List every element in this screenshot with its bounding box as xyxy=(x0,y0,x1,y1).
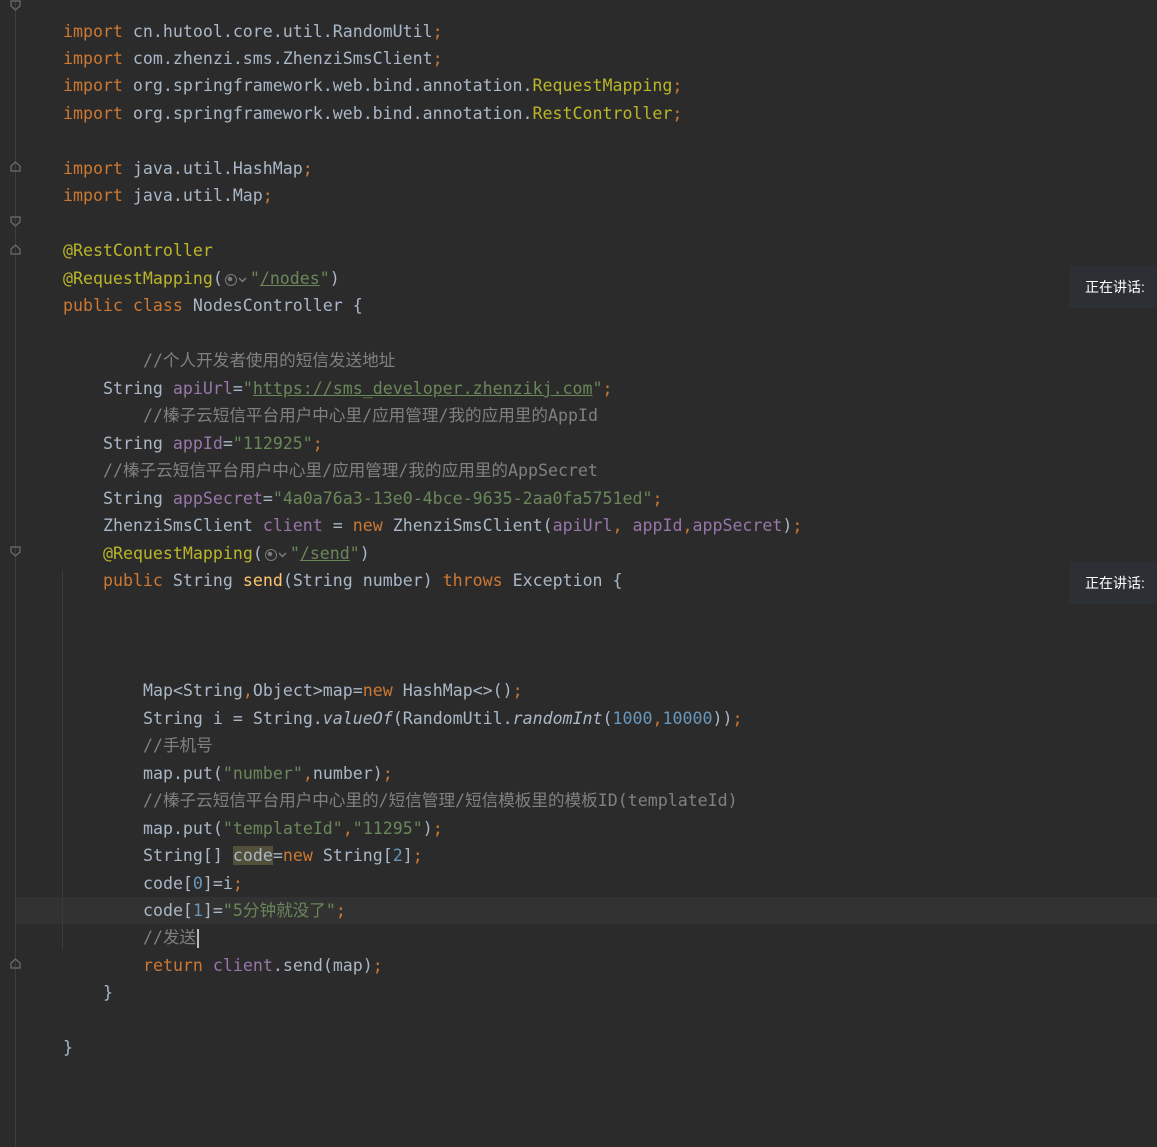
fold-end-icon[interactable] xyxy=(10,244,21,255)
speaking-indicator: 正在讲话: xyxy=(1069,266,1157,308)
statement: ]= xyxy=(202,901,223,920)
statement: .send(map) xyxy=(272,956,373,975)
keyword: new xyxy=(282,846,313,865)
annotation-class: RestController xyxy=(532,104,673,123)
paren: ) xyxy=(782,516,793,535)
code-line[interactable]: String appSecret="4a0a76a3-13e0-4bce-963… xyxy=(63,458,663,508)
code-line[interactable]: String i = String.valueOf(RandomUtil.ran… xyxy=(103,678,742,728)
gutter-divider xyxy=(15,0,16,1147)
paren: ( xyxy=(602,709,613,728)
number-literal: 10000 xyxy=(662,709,713,728)
code-line[interactable]: ZhenziSmsClient client = new ZhenziSmsCl… xyxy=(63,485,802,535)
code-line[interactable]: @RestController xyxy=(23,210,213,260)
static-method: valueOf xyxy=(322,709,393,728)
keyword: public xyxy=(102,571,163,590)
code-line[interactable]: import cn.hutool.core.util.RandomUtil; xyxy=(23,0,443,41)
code-line[interactable]: public class NodesController { xyxy=(23,265,363,315)
comma: , xyxy=(652,709,663,728)
bracket: ] xyxy=(402,846,413,865)
paren: )) xyxy=(712,709,733,728)
code-line[interactable]: //手机号 xyxy=(103,705,213,755)
parameters: (String number) xyxy=(282,571,443,590)
code-line[interactable]: @RequestMapping("/send") xyxy=(63,513,370,563)
argument: appSecret xyxy=(692,516,783,535)
argument: appId xyxy=(632,516,683,535)
field-name: client xyxy=(212,956,273,975)
code-line[interactable]: import java.util.HashMap; xyxy=(23,128,313,178)
exception-type: Exception { xyxy=(502,571,623,590)
constructor: ZhenziSmsClient( xyxy=(382,516,553,535)
argument: apiUrl xyxy=(552,516,613,535)
code-line[interactable]: String apiUrl="https://sms_developer.zhe… xyxy=(63,348,613,398)
semicolon: ; xyxy=(792,516,803,535)
code-line[interactable]: String appId="112925"; xyxy=(63,403,323,453)
code-line[interactable]: //榛子云短信平台用户中心里/应用管理/我的应用里的AppId xyxy=(103,375,598,425)
semicolon: ; xyxy=(372,956,383,975)
code-line[interactable]: String[] code=new String[2]; xyxy=(103,815,423,865)
paren: ) xyxy=(422,819,433,838)
code-line[interactable]: code[1]="5分钟就没了"; xyxy=(103,870,346,920)
semicolon: ; xyxy=(602,379,613,398)
import-path: java.util.Map xyxy=(122,186,263,205)
number-literal: 2 xyxy=(392,846,403,865)
statement: (RandomUtil. xyxy=(392,709,513,728)
comma: , xyxy=(682,516,693,535)
code-line[interactable]: @RequestMapping("/nodes") xyxy=(23,238,340,288)
semicolon: ; xyxy=(412,846,423,865)
code-line[interactable]: //榛子云短信平台用户中心里的/短信管理/短信模板里的模板ID(template… xyxy=(103,760,738,810)
keyword: public class xyxy=(62,296,183,315)
operator: = xyxy=(272,846,283,865)
fold-end-icon[interactable] xyxy=(10,161,21,172)
code-line[interactable]: code[0]=i; xyxy=(103,843,243,893)
keyword: import xyxy=(62,104,123,123)
code-line[interactable]: //榛子云短信平台用户中心里/应用管理/我的应用里的AppSecret xyxy=(63,430,598,480)
semicolon: ; xyxy=(302,159,313,178)
statement: String[ xyxy=(312,846,393,865)
code-line[interactable]: Map<String,Object>map=new HashMap<>(); xyxy=(103,650,523,700)
closing-brace: } xyxy=(62,1038,73,1057)
code-line[interactable]: import com.zhenzi.sms.ZhenziSmsClient; xyxy=(23,18,443,68)
code-line[interactable]: return client.send(map); xyxy=(103,925,383,975)
code-line[interactable]: //个人开发者使用的短信发送地址 xyxy=(103,320,395,370)
keyword: import xyxy=(62,186,123,205)
code-line[interactable]: map.put("number",number); xyxy=(103,733,393,783)
class-name: NodesController { xyxy=(182,296,363,315)
semicolon: ; xyxy=(262,186,273,205)
semicolon: ; xyxy=(335,901,346,920)
code-line[interactable]: import org.springframework.web.bind.anno… xyxy=(23,45,682,95)
semicolon: ; xyxy=(672,104,683,123)
number-literal: 1000 xyxy=(612,709,653,728)
string-literal: "5分钟就没了" xyxy=(222,901,336,920)
code-editor[interactable]: import cn.hutool.core.util.RandomUtil; i… xyxy=(0,0,1157,1147)
keyword: return xyxy=(142,956,203,975)
code-line[interactable]: public String send(String number) throws… xyxy=(63,540,623,590)
fold-start-icon[interactable] xyxy=(10,546,21,557)
fold-start-icon[interactable] xyxy=(10,216,21,227)
keyword: throws xyxy=(442,571,503,590)
semicolon: ; xyxy=(432,819,443,838)
code-line[interactable]: map.put("templateId","11295"); xyxy=(103,788,443,838)
closing-brace: } xyxy=(102,983,113,1002)
code-line[interactable]: import org.springframework.web.bind.anno… xyxy=(23,73,682,123)
code-line[interactable]: } xyxy=(63,952,113,1002)
indent-guide xyxy=(62,570,63,950)
speaking-indicator: 正在讲话: xyxy=(1069,562,1157,604)
fold-end-icon[interactable] xyxy=(10,958,21,969)
type-name: String xyxy=(162,571,243,590)
code-line[interactable]: //发送 xyxy=(103,897,200,948)
code-line[interactable]: } xyxy=(23,1007,73,1057)
semicolon: ; xyxy=(732,709,743,728)
comma: , xyxy=(612,516,633,535)
code-line[interactable]: import java.util.Map; xyxy=(23,155,273,205)
fold-start-icon[interactable] xyxy=(10,0,21,11)
static-method: randomInt xyxy=(512,709,603,728)
import-path: org.springframework.web.bind.annotation. xyxy=(122,104,533,123)
method-name: send xyxy=(242,571,283,590)
